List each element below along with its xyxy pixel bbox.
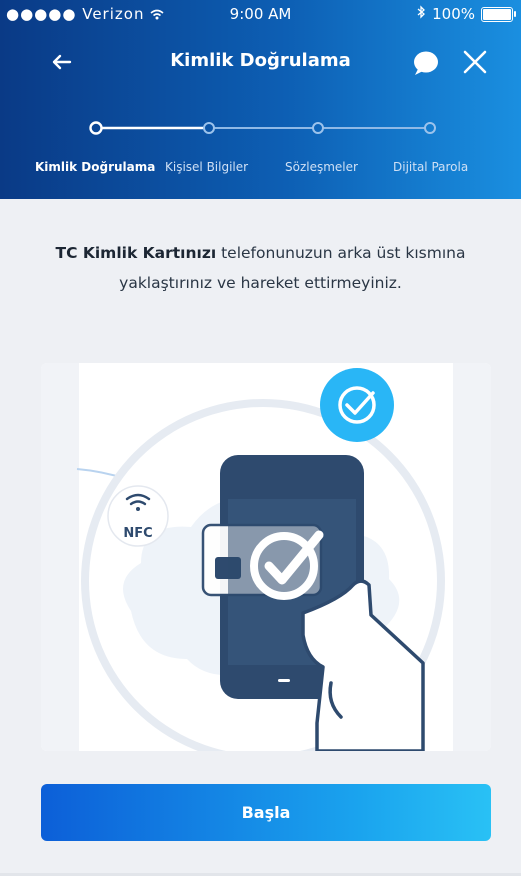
page-title: Kimlik Doğrulama [170, 50, 351, 71]
step-dot [424, 122, 436, 134]
step-dot [312, 122, 324, 134]
nav-bar: Kimlik Doğrulama [0, 40, 521, 84]
battery-status: 100% [417, 5, 516, 23]
step-label-identity: Kimlik Doğrulama [35, 160, 156, 174]
step-label-personal: Kişisel Bilgiler [165, 160, 249, 174]
header: ●●●●● Verizon 9:00 AM 100% Kimlik Doğrul… [0, 0, 521, 199]
step-labels: Kimlik Doğrulama Kişisel Bilgiler Sözleş… [0, 160, 521, 180]
bluetooth-icon [417, 5, 426, 23]
nfc-illustration-card: NFC [41, 363, 491, 751]
nfc-label: NFC [123, 526, 152, 541]
start-button[interactable]: Başla [41, 784, 491, 841]
chat-bubble-icon[interactable] [410, 48, 442, 78]
step-dot [203, 122, 215, 134]
instruction-text: TC Kimlik Kartınızı telefonunuzun arka ü… [30, 238, 491, 298]
step-dot-active [89, 121, 103, 135]
nfc-badge: NFC [107, 485, 169, 547]
close-icon[interactable] [460, 47, 490, 77]
progress-stepper [0, 114, 521, 144]
check-circle-icon [320, 368, 394, 442]
status-bar: ●●●●● Verizon 9:00 AM 100% [0, 0, 521, 28]
instruction-bold: TC Kimlik Kartınızı [55, 244, 217, 262]
step-label-password: Dijital Parola [393, 160, 469, 174]
nfc-illustration: NFC [41, 363, 491, 751]
battery-icon [481, 6, 516, 22]
step-label-contracts: Sözleşmeler [285, 160, 358, 174]
